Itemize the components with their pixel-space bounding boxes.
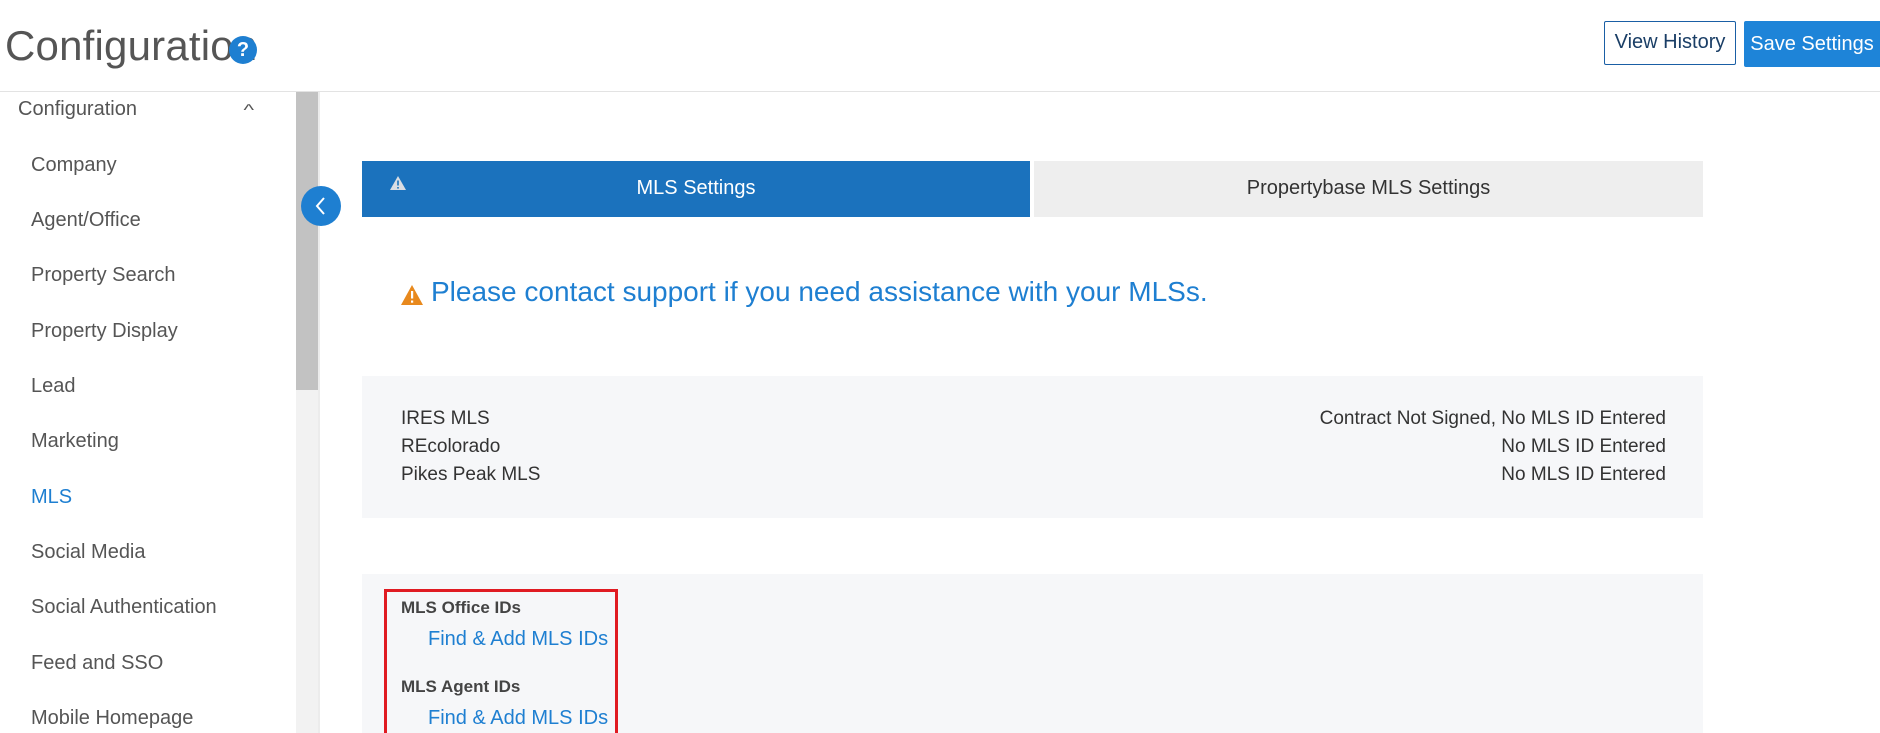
chevron-up-icon[interactable]: ^	[243, 102, 254, 120]
sidebar-scrollbar-thumb[interactable]	[296, 92, 318, 390]
sidebar-item-social-media[interactable]: Social Media	[31, 541, 146, 564]
tab-mls-settings-label: MLS Settings	[636, 177, 756, 199]
page-title: Configuration	[5, 22, 258, 69]
sidebar-item-property-search[interactable]: Property Search	[31, 264, 176, 287]
sidebar-item-company[interactable]: Company	[31, 154, 117, 177]
save-settings-button[interactable]: Save Settings	[1744, 21, 1880, 67]
sidebar-item-feed-and-sso[interactable]: Feed and SSO	[31, 652, 163, 675]
mls-name: Pikes Peak MLS	[401, 464, 541, 485]
sidebar-item-mobile-homepage[interactable]: Mobile Homepage	[31, 707, 193, 730]
mls-status: No MLS ID Entered	[1501, 464, 1666, 485]
find-add-office-ids-link[interactable]: Find & Add MLS IDs	[428, 628, 608, 651]
sidebar-item-social-authentication[interactable]: Social Authentication	[31, 596, 217, 619]
sidebar: Configuration ^ Company Agent/Office Pro…	[0, 92, 296, 733]
page-header: Configuration ? View History Save Settin…	[0, 0, 1880, 92]
tab-mls-settings[interactable]: MLS Settings	[362, 161, 1030, 217]
tab-propertybase-mls-settings[interactable]: Propertybase MLS Settings	[1034, 161, 1703, 217]
sidebar-item-marketing[interactable]: Marketing	[31, 430, 119, 453]
mls-agent-ids-label: MLS Agent IDs	[401, 677, 521, 696]
mls-status: Contract Not Signed, No MLS ID Entered	[1319, 408, 1666, 429]
tab-propertybase-mls-settings-label: Propertybase MLS Settings	[1246, 177, 1491, 199]
question-circle-icon[interactable]: ?	[229, 36, 257, 64]
sidebar-item-lead[interactable]: Lead	[31, 375, 76, 398]
mls-status: No MLS ID Entered	[1501, 436, 1666, 457]
sidebar-item-agent-office[interactable]: Agent/Office	[31, 209, 141, 232]
collapse-sidebar-button[interactable]	[301, 186, 341, 226]
mls-name: IRES MLS	[401, 408, 490, 429]
sidebar-section-configuration[interactable]: Configuration	[18, 98, 137, 121]
support-notice: Please contact support if you need assis…	[431, 276, 1208, 307]
sidebar-item-property-display[interactable]: Property Display	[31, 320, 178, 343]
find-add-agent-ids-link[interactable]: Find & Add MLS IDs	[428, 707, 608, 730]
mls-status-panel: IRES MLS Contract Not Signed, No MLS ID …	[362, 376, 1703, 518]
view-history-button[interactable]: View History	[1604, 21, 1736, 65]
mls-name: REcolorado	[401, 436, 501, 457]
mls-office-ids-label: MLS Office IDs	[401, 598, 521, 617]
chevron-left-icon	[315, 197, 325, 215]
sidebar-item-mls[interactable]: MLS	[31, 486, 72, 509]
warning-icon	[401, 285, 423, 305]
